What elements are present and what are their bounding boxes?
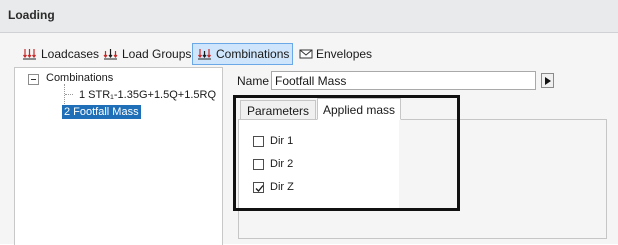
window-titlebar: Loading [0, 0, 618, 33]
window-title: Loading [8, 8, 55, 22]
tab-combinations[interactable]: Combinations [192, 43, 294, 65]
tab-parameters-label: Parameters [246, 104, 310, 118]
tree-item-combination-1[interactable]: 1 STR₁-1.35G+1.5Q+1.5RQ [79, 89, 216, 101]
combinations-tree[interactable]: Combinations 1 STR₁-1.35G+1.5Q+1.5RQ 2 F… [14, 67, 223, 245]
checkbox-dir-2-box[interactable] [253, 158, 264, 170]
loadcases-icon [21, 47, 38, 61]
checkbox-dir-z-label: Dir Z [270, 181, 294, 193]
tree-item-combination-2[interactable]: 2 Footfall Mass [62, 105, 141, 119]
checkbox-dir-z[interactable]: Dir Z [253, 180, 294, 194]
tab-load-groups[interactable]: Load Groups [99, 44, 194, 64]
tab-loadcases[interactable]: Loadcases [18, 44, 102, 64]
tab-combinations-label: Combinations [216, 47, 290, 61]
checkbox-dir-z-box[interactable] [253, 181, 264, 193]
tab-envelopes-label: Envelopes [316, 47, 373, 61]
tab-load-groups-label: Load Groups [122, 47, 192, 61]
name-expand-button[interactable] [541, 73, 554, 88]
checkbox-dir-2[interactable]: Dir 2 [253, 157, 293, 171]
checkbox-dir-1[interactable]: Dir 1 [253, 134, 293, 148]
tab-applied-mass[interactable]: Applied mass [317, 98, 401, 120]
load-groups-icon [102, 47, 119, 61]
checkbox-dir-1-box[interactable] [253, 135, 264, 147]
tree-connector [65, 94, 73, 95]
tab-applied-mass-label: Applied mass [322, 103, 396, 117]
tab-loadcases-label: Loadcases [41, 47, 100, 61]
checkbox-dir-1-label: Dir 1 [270, 135, 294, 147]
tree-collapse-toggle[interactable] [28, 74, 39, 85]
tab-parameters[interactable]: Parameters [240, 100, 316, 120]
combinations-icon [196, 47, 213, 61]
tree-root-combinations[interactable]: Combinations [46, 72, 113, 84]
name-label: Name [237, 74, 270, 88]
name-field[interactable] [271, 71, 536, 90]
tab-envelopes[interactable]: Envelopes [296, 44, 375, 64]
envelopes-icon [299, 47, 313, 61]
checkbox-dir-2-label: Dir 2 [270, 158, 294, 170]
